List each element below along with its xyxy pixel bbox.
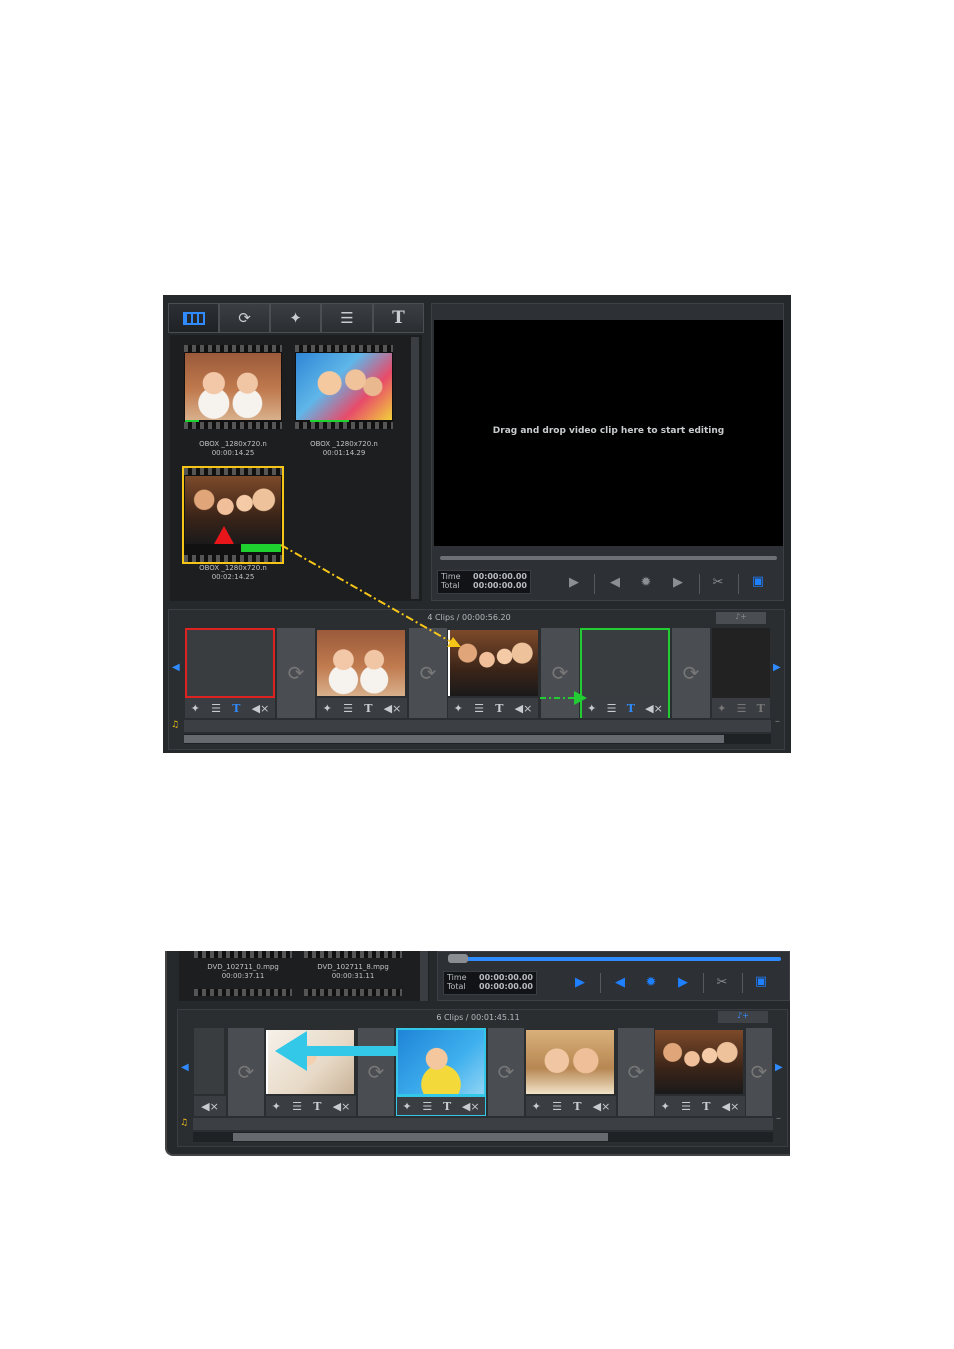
move-annotation — [275, 1031, 397, 1071]
yellow-arrowhead — [447, 637, 461, 647]
cyan-arrowhead — [275, 1031, 307, 1071]
editor-screenshot-bottom: DVD_102711_0.mpg 00:00:37.11 DVD_102711_… — [165, 951, 790, 1156]
green-arrowhead — [574, 691, 587, 705]
editor-screenshot-top: ⟳ ✦ ☰ T OBOX _1280x720.n 00:00:14.25 OBO… — [163, 295, 791, 753]
drag-annotation — [280, 544, 587, 705]
